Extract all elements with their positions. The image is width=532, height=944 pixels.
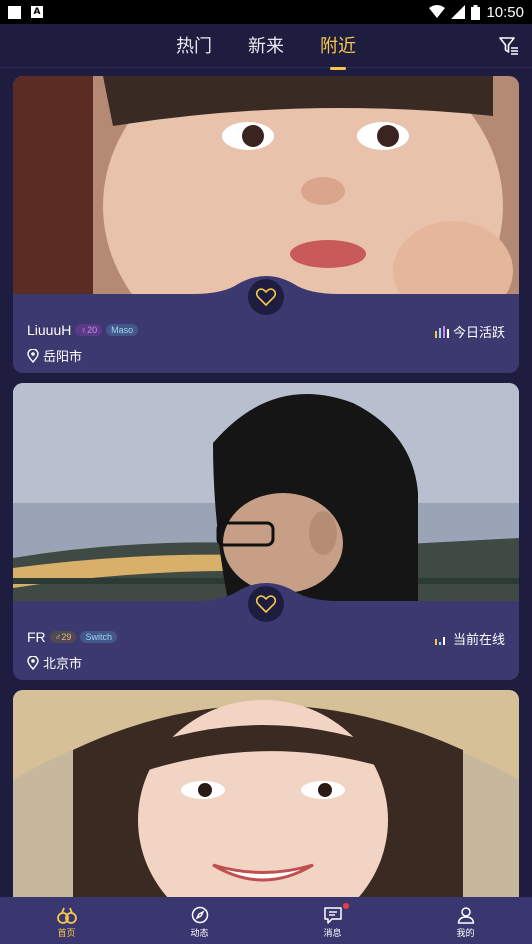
user-photo [13,383,519,601]
tab-new[interactable]: 新来 [248,32,284,60]
user-photo [13,76,519,294]
activity-status: 当前在线 [452,633,505,648]
signal-icon [451,5,466,19]
nav-profile-label: 我的 [456,929,475,939]
compass-icon [191,906,208,924]
heart-icon [256,595,276,613]
username: LiuuuH [27,322,72,338]
activity-status: 今日活跃 [452,326,505,341]
app-notification-icon: A [31,6,43,18]
nav-home[interactable]: 首页 [37,906,97,939]
heart-icon [256,288,276,306]
user-card[interactable]: LiuuuH ♀20 Maso 岳阳市 今日活跃 [13,76,519,373]
nav-feed-label: 动态 [190,929,209,939]
city-label: 北京市 [43,657,83,672]
tab-hot[interactable]: 热门 [176,32,212,60]
nav-messages[interactable]: 消息 [303,903,363,939]
role-badge: Maso [106,324,139,336]
nav-profile[interactable]: 我的 [436,906,496,939]
like-button[interactable] [248,279,284,315]
nav-feed[interactable]: 动态 [170,906,230,939]
location-pin-icon [27,655,39,670]
notification-icon [8,5,21,19]
status-bar: A 10:50 [0,0,532,24]
like-button[interactable] [248,586,284,622]
wifi-icon [429,5,446,18]
city-label: 岳阳市 [43,350,83,365]
username: FR [27,629,46,645]
message-icon [323,907,342,924]
age-badge: ♂29 [49,631,77,643]
unread-badge [342,903,349,909]
top-navigation: 热门 新来 附近 [0,24,532,68]
filter-icon[interactable] [498,35,520,57]
location-pin-icon [27,348,39,363]
home-icon [56,907,77,924]
age-badge: ♀20 [75,324,103,336]
user-card[interactable]: FR ♂29 Switch 北京市 当前在线 [13,383,519,680]
nav-messages-label: 消息 [323,929,342,939]
profile-icon [457,907,474,924]
user-photo [13,690,519,908]
bottom-navigation: 首页 动态 消息 我的 [0,897,532,944]
clock: 10:50 [486,3,524,21]
role-badge: Switch [80,631,117,643]
activity-bars-icon [434,636,445,645]
activity-bars-icon [434,325,449,338]
tab-nearby[interactable]: 附近 [320,32,356,60]
battery-icon [471,4,481,20]
nav-home-label: 首页 [57,929,76,939]
